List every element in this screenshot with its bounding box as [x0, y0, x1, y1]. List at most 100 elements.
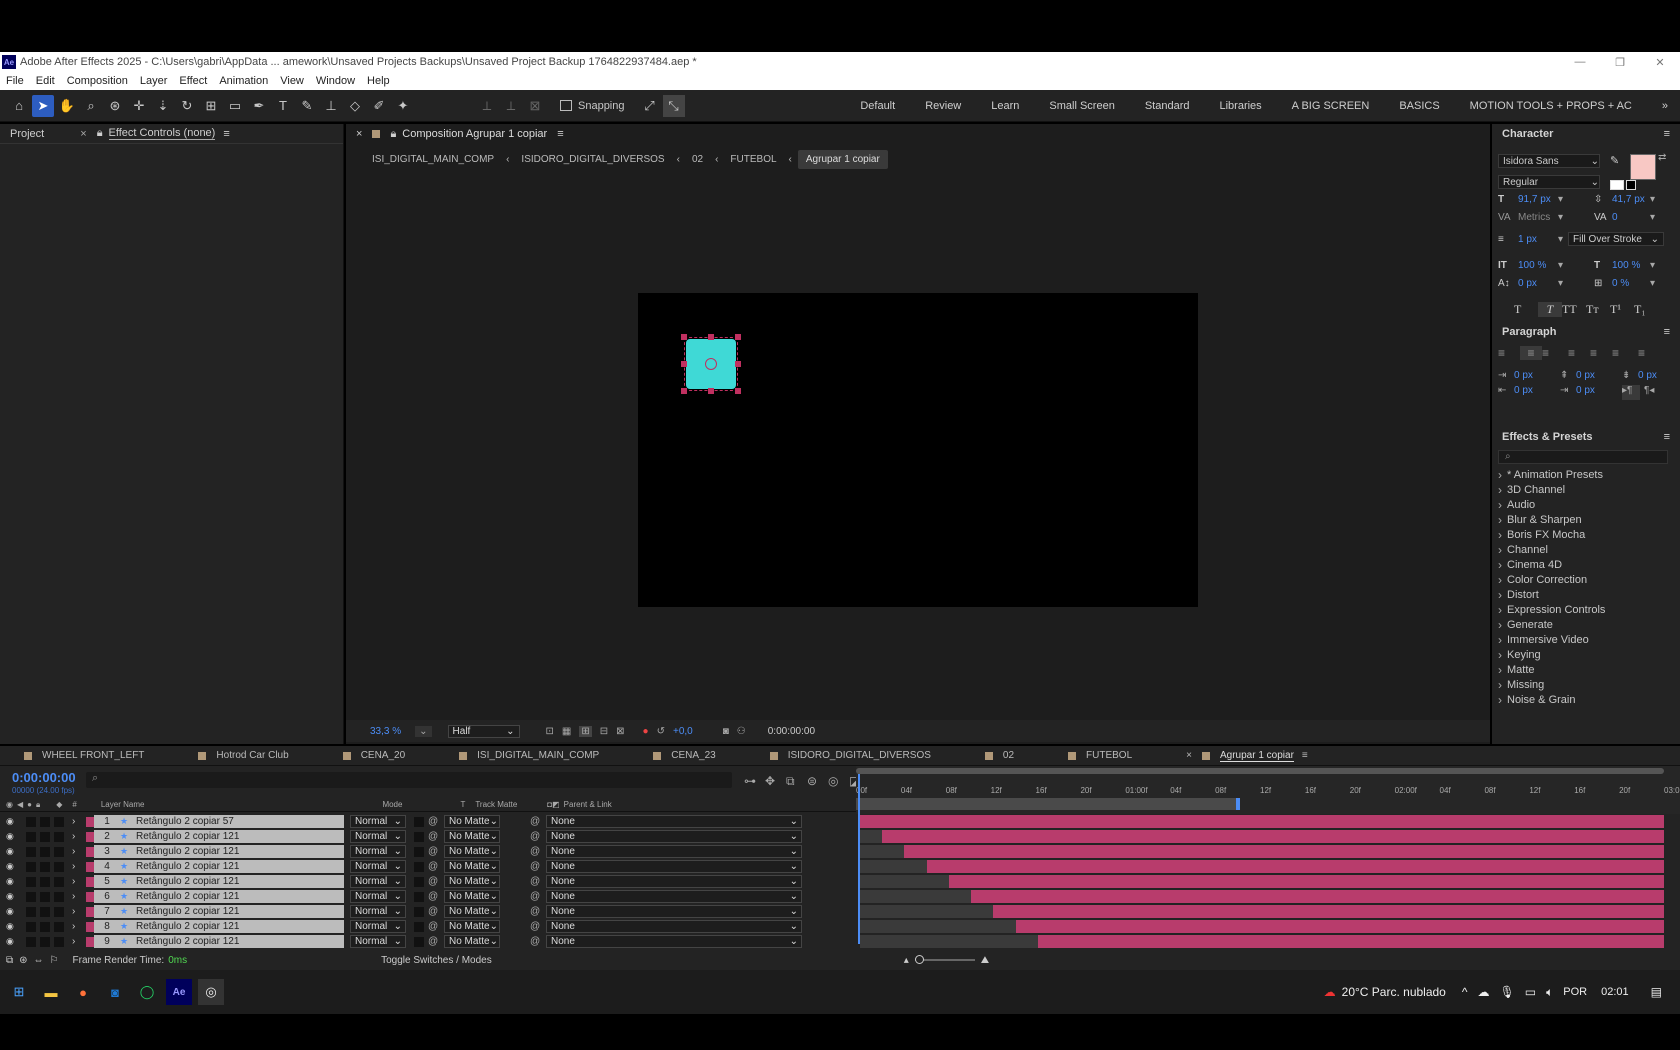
rotate-tool-icon[interactable]: ↻ — [176, 95, 198, 117]
visibility-eye-icon[interactable]: ◉ — [6, 876, 18, 887]
preserve-transparency-toggle[interactable] — [414, 891, 424, 902]
chevron-down-icon[interactable]: ▾ — [1650, 194, 1655, 205]
rtl-icon[interactable]: ¶◂ — [1644, 385, 1654, 400]
parent-pickwhip-icon[interactable]: @ — [530, 936, 544, 947]
grid-icon[interactable]: ⊠ — [616, 726, 624, 737]
time-navigator[interactable] — [856, 768, 1664, 774]
font-size-value[interactable]: 91,7 px — [1518, 194, 1558, 205]
handle-r[interactable] — [735, 361, 741, 367]
snapshot-icon[interactable]: ◙ — [723, 726, 729, 737]
zoom-slider-knob[interactable] — [914, 955, 924, 964]
lock-toggle[interactable] — [54, 861, 64, 872]
layer-name[interactable]: Retângulo 2 copiar 121 — [134, 830, 344, 843]
layer-name[interactable]: Retângulo 2 copiar 121 — [134, 905, 344, 918]
workspace-small-screen[interactable]: Small Screen — [1049, 100, 1114, 112]
crumb-futebol[interactable]: FUTEBOL — [730, 154, 776, 165]
chevron-down-icon[interactable]: ▾ — [1558, 212, 1594, 223]
tracking-value[interactable]: 0 — [1612, 212, 1650, 223]
faux-bold-icon[interactable]: T — [1514, 302, 1538, 317]
indent-right-value[interactable]: 0 px — [1514, 385, 1560, 400]
layer-name[interactable]: Retângulo 2 copiar 121 — [134, 860, 344, 873]
faux-italic-icon[interactable]: T — [1538, 301, 1562, 317]
rectangle-tool-icon[interactable]: ▭ — [224, 95, 246, 117]
parent-pickwhip-icon[interactable]: @ — [530, 876, 544, 887]
handle-tl[interactable] — [681, 334, 687, 340]
zoom-out-icon[interactable]: ▴ — [904, 955, 909, 966]
panel-menu-icon[interactable]: ≡ — [1664, 431, 1670, 443]
motion-blur-icon[interactable]: ◎ — [828, 774, 849, 789]
hscale-value[interactable]: 100 % — [1612, 260, 1650, 271]
preserve-transparency-toggle[interactable] — [414, 876, 424, 887]
preserve-transparency-toggle[interactable] — [414, 861, 424, 872]
track-matte-select[interactable]: No Matte ⌄ — [444, 905, 500, 918]
workspace-review[interactable]: Review — [925, 100, 961, 112]
track-matte-select[interactable]: No Matte ⌄ — [444, 875, 500, 888]
handle-l[interactable] — [681, 361, 687, 367]
axis-local-icon[interactable]: ⟂ — [476, 95, 498, 117]
shy-icon[interactable]: ⧉ — [786, 774, 807, 789]
font-style-select[interactable]: Regular ⌄ — [1498, 175, 1600, 189]
expand-arrow-icon[interactable]: › — [72, 831, 82, 842]
label-color[interactable] — [86, 816, 94, 827]
weather-text[interactable]: 20°C Parc. nublado — [1342, 985, 1446, 999]
fx-audio[interactable]: Audio — [1498, 497, 1674, 512]
close-comp-icon[interactable]: × — [356, 128, 362, 140]
panel-menu-icon[interactable]: ≡ — [1664, 128, 1670, 140]
tab-cena20[interactable]: CENA_20 — [342, 750, 445, 761]
tab-agrupar[interactable]: × Agrupar 1 copiar ≡ — [1186, 750, 1322, 762]
menu-layer[interactable]: Layer — [140, 75, 168, 87]
menu-view[interactable]: View — [280, 75, 304, 87]
workspace-motion-tools[interactable]: MOTION TOOLS + PROPS + AC — [1470, 100, 1632, 112]
parent-select[interactable]: None ⌄ — [546, 845, 802, 858]
lock-icon[interactable]: 🔒︎ — [97, 127, 103, 140]
axis-view-icon[interactable]: ⊠ — [524, 95, 546, 117]
render-toggle-icon[interactable]: ⧉ — [6, 955, 13, 966]
no-stroke-icon[interactable] — [1626, 180, 1636, 190]
lock-toggle[interactable] — [54, 906, 64, 917]
matte-pickwhip-icon[interactable]: @ — [428, 936, 442, 947]
menu-window[interactable]: Window — [316, 75, 355, 87]
visibility-eye-icon[interactable]: ◉ — [6, 921, 18, 932]
panel-menu-icon[interactable]: ≡ — [223, 128, 229, 140]
kerning-value[interactable]: Metrics — [1518, 212, 1558, 223]
frame-blending-icon[interactable]: ⊜ — [807, 774, 828, 789]
vscale-value[interactable]: 100 % — [1518, 260, 1558, 271]
solo-toggle[interactable] — [40, 891, 50, 902]
stroke-width-value[interactable]: 1 px — [1518, 234, 1558, 245]
exposure-value[interactable]: +0,0 — [673, 726, 693, 737]
label-color[interactable] — [86, 876, 94, 887]
fx-matte[interactable]: Matte — [1498, 662, 1674, 677]
expand-arrow-icon[interactable]: › — [72, 891, 82, 902]
comp-tab[interactable]: Composition Agrupar 1 copiar — [402, 128, 547, 140]
parent-select[interactable]: None ⌄ — [546, 875, 802, 888]
track-matte-select[interactable]: No Matte ⌄ — [444, 890, 500, 903]
expand-arrow-icon[interactable]: › — [72, 921, 82, 932]
ltr-icon[interactable]: ▸¶ — [1622, 385, 1640, 400]
current-time[interactable]: 0:00:00:00 — [768, 726, 815, 737]
audio-toggle[interactable] — [26, 846, 36, 857]
layer-name[interactable]: Retângulo 2 copiar 121 — [134, 845, 344, 858]
mode-select[interactable]: Normal ⌄ — [350, 875, 406, 888]
parent-select[interactable]: None ⌄ — [546, 890, 802, 903]
lock-toggle[interactable] — [54, 921, 64, 932]
visibility-eye-icon[interactable]: ◉ — [6, 816, 18, 827]
outlook-icon[interactable]: ◙ — [102, 979, 128, 1005]
firefox-icon[interactable]: ● — [70, 979, 96, 1005]
preserve-transparency-toggle[interactable] — [414, 831, 424, 842]
weather-icon[interactable]: ☁ — [1324, 985, 1336, 999]
expand-arrow-icon[interactable]: › — [72, 906, 82, 917]
font-family-select[interactable]: Isidora Sans ⌄ — [1498, 154, 1600, 168]
zoom-tool-icon[interactable]: ⌕ — [80, 95, 102, 117]
crumb-current[interactable]: Agrupar 1 copiar — [797, 149, 888, 169]
workspace-overflow-icon[interactable]: » — [1662, 100, 1668, 112]
notifications-icon[interactable]: ▤ — [1651, 985, 1662, 999]
fill-color-swatch[interactable] — [1630, 154, 1656, 180]
restore-icon[interactable]: ❐ — [1600, 56, 1640, 69]
close-icon[interactable]: ✕ — [1640, 56, 1680, 69]
mode-select[interactable]: Normal ⌄ — [350, 860, 406, 873]
brush-tool-icon[interactable]: ✎ — [296, 95, 318, 117]
lock-toggle[interactable] — [54, 831, 64, 842]
parent-select[interactable]: None ⌄ — [546, 905, 802, 918]
layer-duration-bar[interactable] — [904, 845, 1664, 858]
solo-toggle[interactable] — [40, 846, 50, 857]
